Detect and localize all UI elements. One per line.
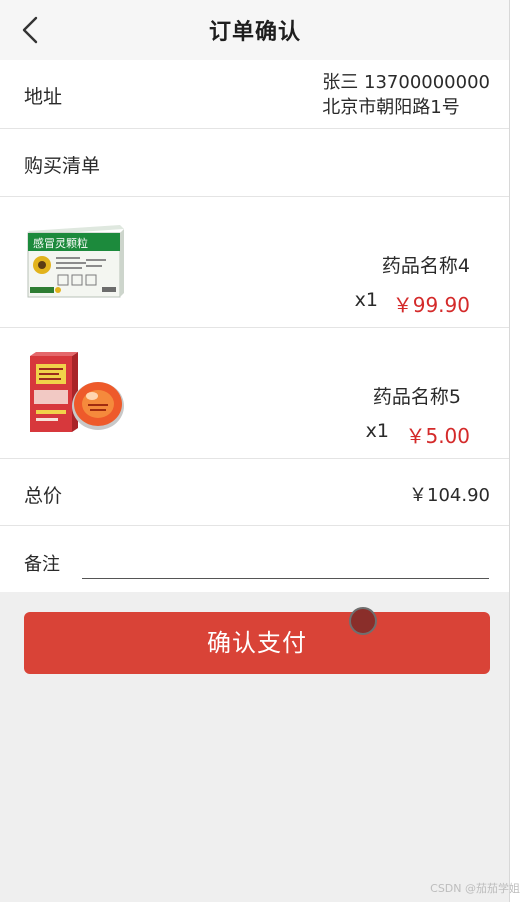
purchase-list-label: 购买清单 <box>24 155 101 177</box>
touch-indicator <box>349 607 377 635</box>
svg-text:感冒灵颗粒: 感冒灵颗粒 <box>33 236 88 250</box>
remark-row: 备注 <box>0 526 509 592</box>
item-name: 药品名称5 <box>372 386 461 408</box>
order-content: 地址 张三 13700000000 北京市朝阳路1号 购买清单 感冒灵颗粒 药品… <box>0 60 509 592</box>
total-value: ￥104.90 <box>409 485 490 506</box>
confirm-pay-button[interactable]: 确认支付 <box>24 612 490 674</box>
address-label: 地址 <box>24 86 63 108</box>
item-price: ￥5.00 <box>405 424 470 448</box>
address-row[interactable]: 地址 张三 13700000000 北京市朝阳路1号 <box>0 60 509 129</box>
remark-input[interactable] <box>82 556 489 579</box>
order-item: 药品名称5 x1 ￥5.00 <box>0 328 509 459</box>
item-name: 药品名称4 <box>381 255 470 277</box>
total-label: 总价 <box>24 485 63 507</box>
address-value: 张三 13700000000 北京市朝阳路1号 <box>322 70 490 120</box>
product-image: 感冒灵颗粒 <box>24 219 128 305</box>
item-price: ￥99.90 <box>392 293 470 317</box>
remark-label: 备注 <box>24 554 60 575</box>
street-line: 北京市朝阳路1号 <box>322 97 460 118</box>
page-title: 订单确认 <box>208 20 301 45</box>
order-item: 感冒灵颗粒 药品名称4 x1 ￥99.90 <box>0 197 509 328</box>
watermark: CSDN @茄茄学姐 <box>430 882 520 895</box>
item-quantity: x1 <box>365 420 389 442</box>
top-bar: 订单确认 <box>0 0 509 60</box>
purchase-list-header: 购买清单 <box>0 129 509 197</box>
app-frame: 订单确认 地址 张三 13700000000 北京市朝阳路1号 购买清单 感冒灵… <box>0 0 510 902</box>
total-row: 总价 ￥104.90 <box>0 459 509 526</box>
item-quantity: x1 <box>354 289 378 311</box>
recipient-line: 张三 13700000000 <box>322 72 490 93</box>
product-image <box>26 350 130 436</box>
